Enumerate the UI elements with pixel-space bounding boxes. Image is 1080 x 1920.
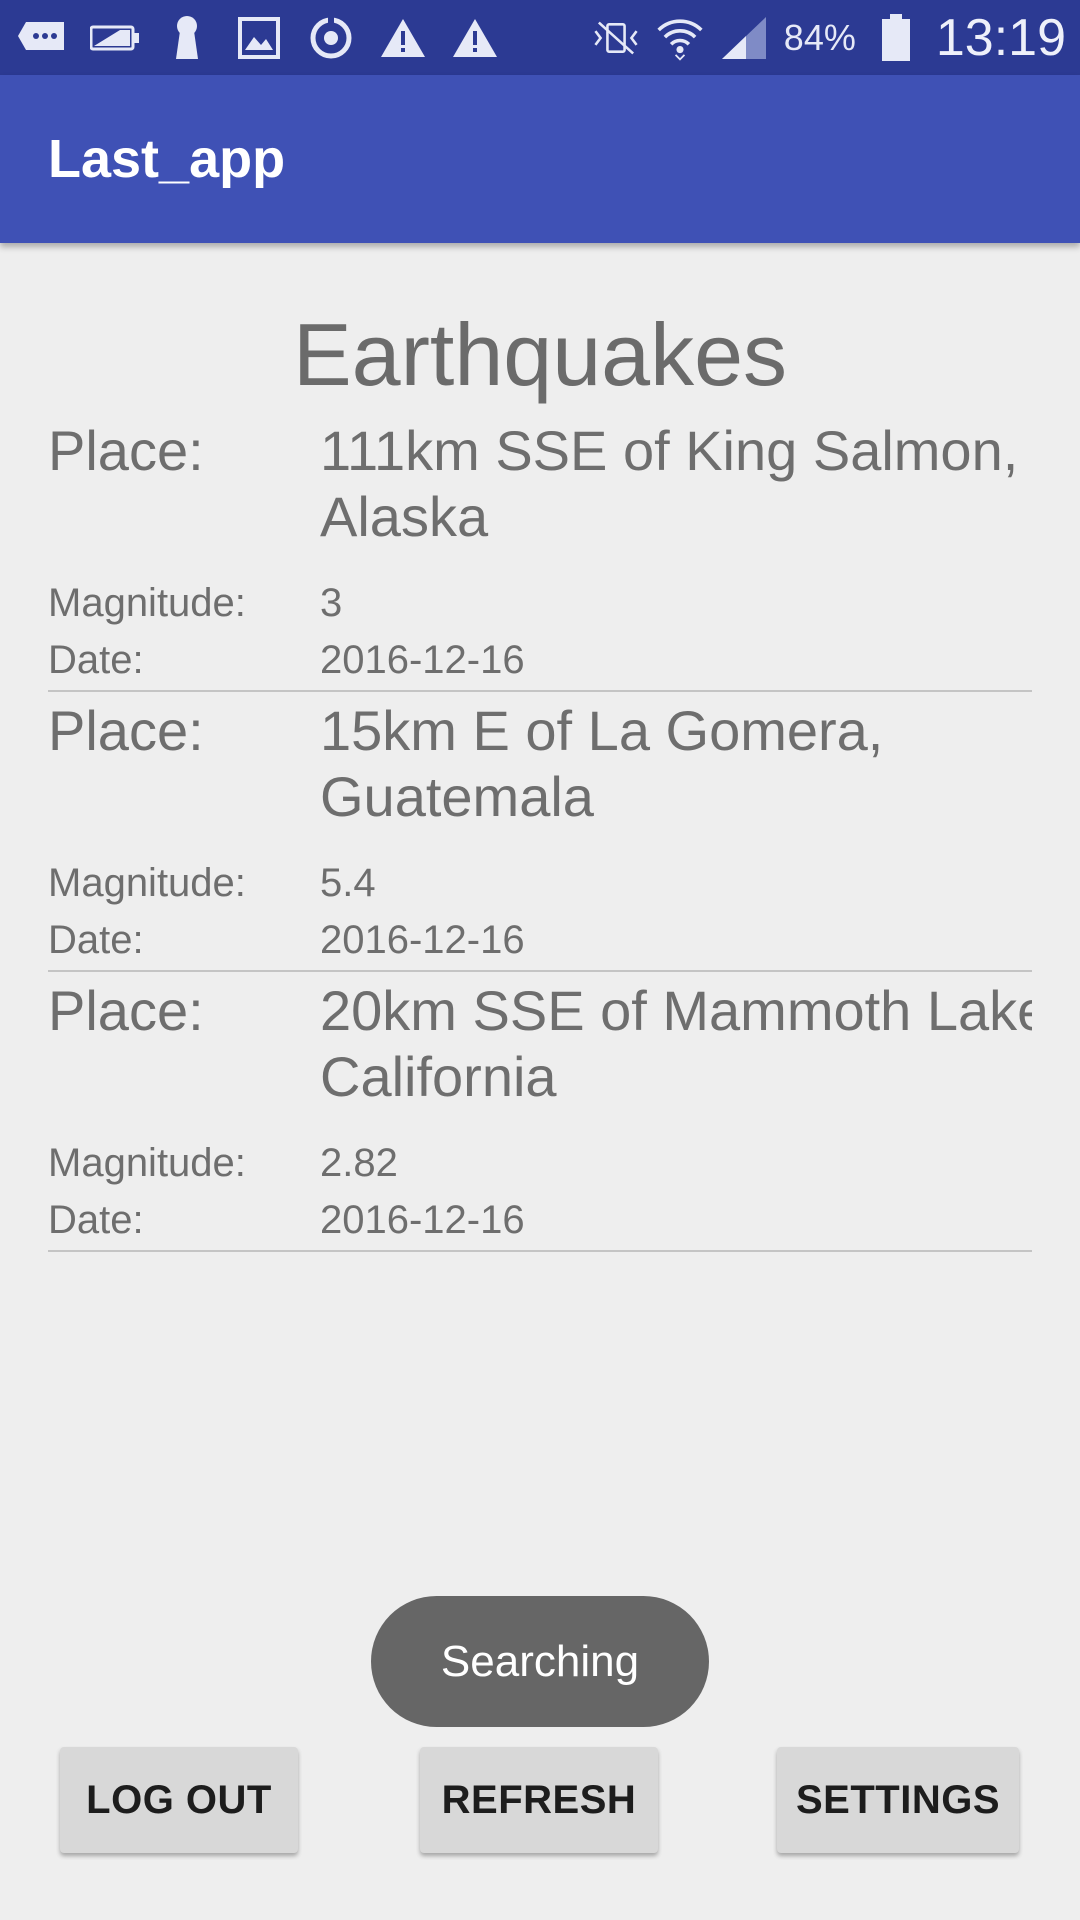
image-icon — [234, 13, 284, 63]
earthquake-list: Place: 111km SSE of King Salmon, Alaska … — [48, 412, 1032, 1252]
searching-toast: Searching — [371, 1596, 709, 1727]
battery-icon — [872, 13, 920, 62]
vibrate-icon — [592, 14, 640, 62]
date-value: 2016-12-16 — [320, 1198, 525, 1242]
battery-percent: 84% — [783, 16, 856, 58]
magnitude-value: 5.4 — [320, 861, 376, 905]
magnitude-label: Magnitude: — [48, 861, 246, 905]
date-label: Date: — [48, 638, 144, 682]
system-status: 84% 13:19 — [592, 0, 1066, 75]
app-bar: Last_app — [0, 75, 1080, 243]
status-bar: 84% 13:19 — [0, 0, 1080, 75]
date-value: 2016-12-16 — [320, 638, 525, 682]
clock: 13:19 — [935, 8, 1066, 67]
list-item[interactable]: Place: 20km SSE of Mammoth Lake Californ… — [48, 972, 1032, 1252]
warning-icon — [378, 13, 428, 63]
warning-icon — [450, 13, 500, 63]
date-value: 2016-12-16 — [320, 918, 525, 962]
magnitude-value: 2.82 — [320, 1141, 398, 1185]
keyhole-icon — [162, 13, 212, 63]
date-label: Date: — [48, 918, 144, 962]
signal-icon — [720, 14, 768, 62]
magnitude-value: 3 — [320, 581, 343, 625]
place-value: 20km SSE of Mammoth Lake California — [320, 979, 1032, 1108]
place-label: Place: — [48, 699, 204, 762]
notification-icons — [18, 0, 500, 75]
sync-icon — [306, 13, 356, 63]
magnitude-label: Magnitude: — [48, 581, 246, 625]
list-item[interactable]: Place: 111km SSE of King Salmon, Alaska … — [48, 412, 1032, 692]
place-label: Place: — [48, 419, 204, 482]
place-label: Place: — [48, 979, 204, 1042]
date-label: Date: — [48, 1198, 144, 1242]
magnitude-label: Magnitude: — [48, 1141, 246, 1185]
battery-saver-icon — [90, 13, 140, 63]
logout-button[interactable]: LOG OUT — [60, 1747, 298, 1853]
place-value: 111km SSE of King Salmon, Alaska — [320, 419, 1019, 548]
messages-icon — [18, 13, 68, 63]
settings-button[interactable]: SETTINGS — [777, 1747, 1019, 1853]
page-title: Earthquakes — [292, 305, 788, 404]
wifi-icon — [656, 14, 704, 62]
refresh-button[interactable]: REFRESH — [420, 1747, 658, 1853]
app-title: Last_app — [48, 129, 286, 189]
list-item[interactable]: Place: 15km E of La Gomera, Guatemala Ma… — [48, 692, 1032, 972]
place-value: 15km E of La Gomera, Guatemala — [320, 699, 884, 828]
